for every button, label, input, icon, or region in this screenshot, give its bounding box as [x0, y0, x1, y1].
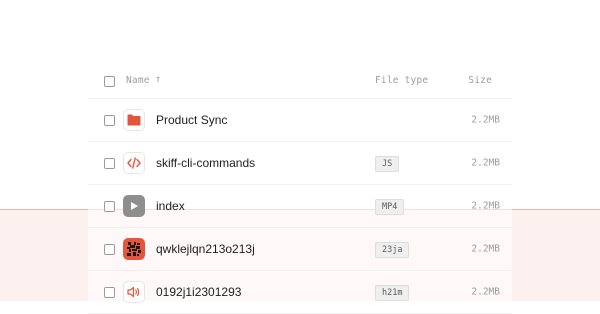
file-name: skiff-cli-commands	[156, 156, 256, 170]
file-name: Product Sync	[156, 113, 228, 127]
row-checkbox[interactable]	[104, 115, 115, 126]
file-type-badge: MP4	[375, 199, 405, 215]
file-size: 2.2MB	[471, 200, 500, 212]
row-checkbox[interactable]	[104, 158, 115, 169]
file-size: 2.2MB	[471, 157, 500, 169]
table-row[interactable]: Product Sync 2.2MB	[88, 99, 512, 142]
row-checkbox[interactable]	[104, 244, 115, 255]
sort-ascending-icon[interactable]: ↑	[155, 74, 161, 85]
select-all-checkbox[interactable]	[104, 76, 115, 87]
file-size: 2.2MB	[471, 114, 500, 126]
table-row[interactable]: skiff-cli-commands JS 2.2MB	[88, 142, 512, 185]
file-table: Name ↑ File type Size Product Sync 2.2MB…	[88, 64, 512, 314]
table-row[interactable]: index MP4 2.2MB	[88, 185, 512, 228]
folder-icon	[123, 109, 145, 131]
table-row[interactable]: 0192j1i2301293 h21m 2.2MB	[88, 271, 512, 314]
file-size: 2.2MB	[471, 286, 500, 298]
image-icon	[123, 238, 145, 260]
file-type-badge: 23ja	[375, 242, 410, 258]
table-header: Name ↑ File type Size	[88, 64, 512, 99]
file-name: 0192j1i2301293	[156, 285, 242, 299]
file-type-badge: JS	[375, 156, 400, 172]
column-header-size[interactable]: Size	[468, 75, 492, 86]
file-size: 2.2MB	[471, 243, 500, 255]
code-icon	[123, 152, 145, 174]
table-row[interactable]: qwklejlqn213o213j 23ja 2.2MB	[88, 228, 512, 271]
file-name: qwklejlqn213o213j	[156, 242, 255, 256]
column-header-file-type[interactable]: File type	[375, 75, 428, 86]
file-name: index	[156, 199, 185, 213]
video-play-icon	[123, 195, 145, 217]
row-checkbox[interactable]	[104, 201, 115, 212]
row-checkbox[interactable]	[104, 287, 115, 298]
file-type-badge: h21m	[375, 285, 410, 301]
column-header-name[interactable]: Name	[126, 75, 150, 86]
